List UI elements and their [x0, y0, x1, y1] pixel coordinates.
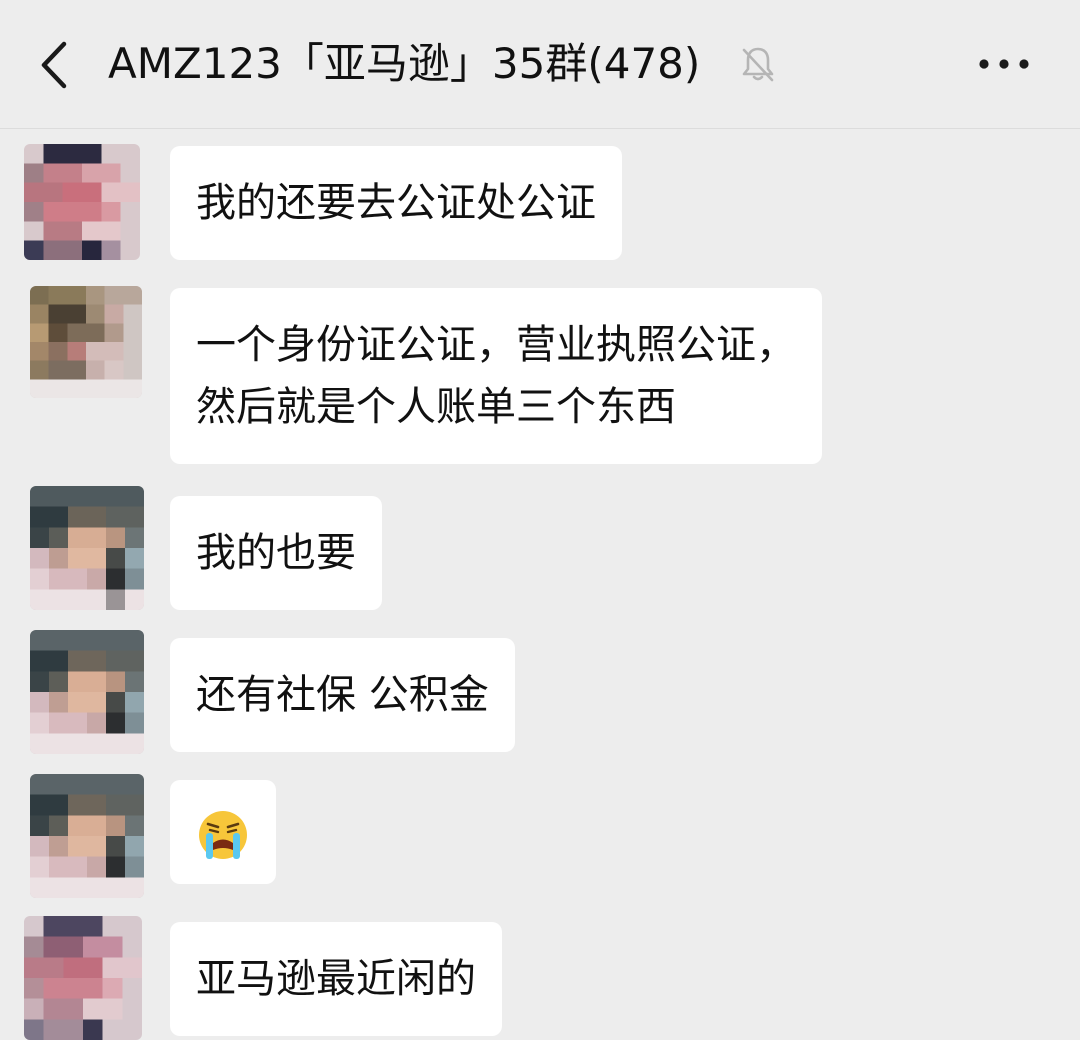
message-text: 我的还要去公证处公证 — [196, 180, 596, 226]
chevron-left-icon — [41, 41, 67, 89]
avatar[interactable] — [30, 286, 142, 398]
avatar[interactable] — [30, 630, 144, 754]
avatar[interactable] — [24, 144, 140, 260]
message-bubble[interactable]: 一个身份证公证，营业执照公证， 然后就是个人账单三个东西 — [170, 288, 822, 464]
message-bubble[interactable]: 我的还要去公证处公证 — [170, 146, 622, 260]
avatar[interactable] — [30, 774, 144, 898]
message-bubble[interactable]: 我的也要 — [170, 496, 382, 610]
message-text: 我的也要 — [196, 530, 356, 576]
more-dots-icon — [979, 59, 1029, 69]
chat-header: AMZ123「亚马逊」35群(478) — [0, 0, 1080, 129]
chat-title: AMZ123「亚马逊」35群(478) — [108, 39, 701, 88]
back-button[interactable] — [26, 30, 86, 100]
bell-muted-icon — [738, 44, 778, 84]
message-text: 还有社保 公积金 — [196, 672, 489, 718]
message-text: 亚马逊最近闲的 — [196, 956, 476, 1002]
chat-window: AMZ123「亚马逊」35群(478) 我的还要去公证处公证 一个身份证公证，营… — [0, 0, 1080, 1040]
message-text: 然后就是个人账单三个东西 — [196, 384, 676, 430]
more-options-button[interactable] — [968, 38, 1040, 90]
avatar[interactable] — [24, 916, 142, 1040]
crying-face-emoji — [199, 811, 247, 859]
message-bubble[interactable] — [170, 780, 276, 884]
message-bubble[interactable]: 还有社保 公积金 — [170, 638, 515, 752]
message-text: 一个身份证公证，营业执照公证， — [196, 322, 796, 368]
message-bubble[interactable]: 亚马逊最近闲的 — [170, 922, 502, 1036]
avatar[interactable] — [30, 486, 144, 610]
